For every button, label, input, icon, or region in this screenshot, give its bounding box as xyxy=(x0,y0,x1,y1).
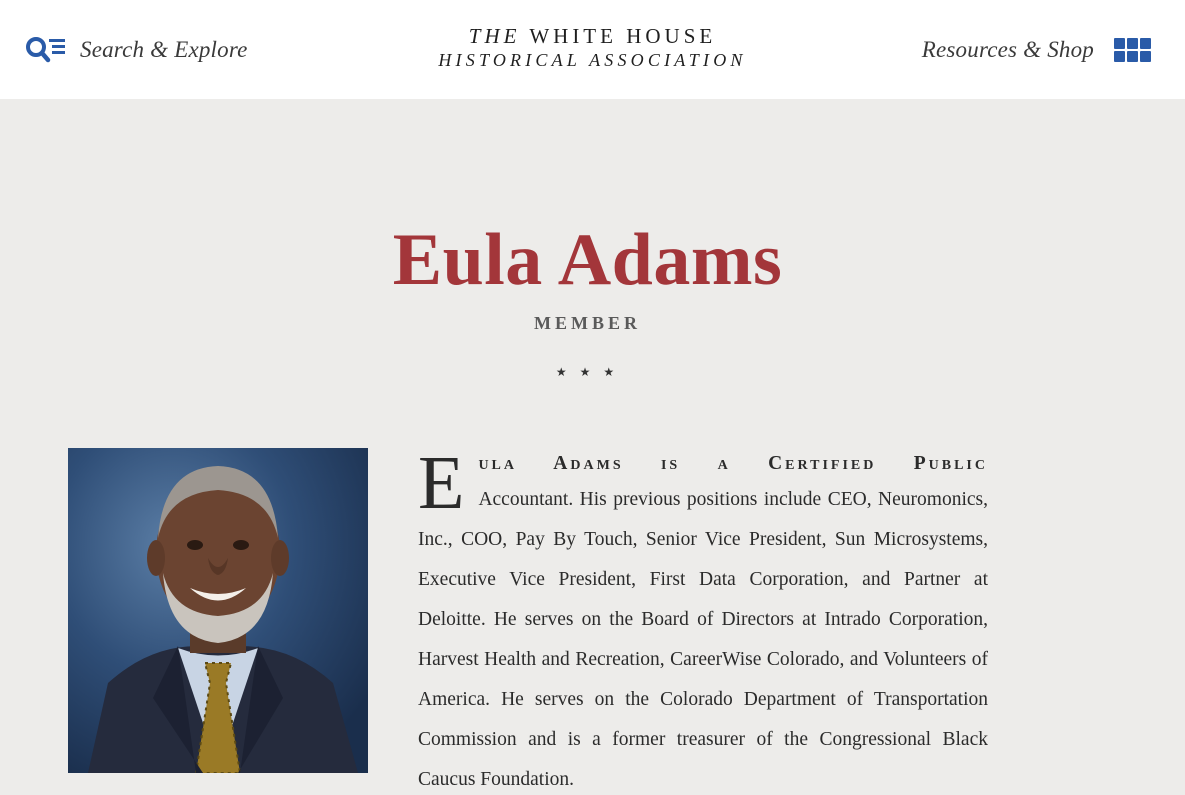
logo-white-house: WHITE HOUSE xyxy=(529,24,717,48)
resources-shop-button[interactable]: Resources & Shop xyxy=(922,30,1151,70)
bio-lead-in: ula Adams is a Certified Public xyxy=(478,453,988,474)
bio-text: E ula Adams is a Certified Public Accoun… xyxy=(418,441,988,795)
member-role-label: MEMBER xyxy=(534,313,641,333)
logo-the: THE xyxy=(468,24,521,48)
star-divider: ★ ★ ★ xyxy=(555,365,620,379)
bio-drop-cap: E xyxy=(418,441,465,525)
resources-shop-label: Resources & Shop xyxy=(921,37,1094,62)
page-title: Eula Adams xyxy=(392,219,783,301)
bio-body: Accountant. His previous positions inclu… xyxy=(418,489,988,790)
profile-photo xyxy=(68,448,368,773)
grid-menu-icon[interactable] xyxy=(1114,38,1151,62)
site-header: Search & Explore THE WHITE HOUSE HISTORI… xyxy=(0,0,1185,99)
